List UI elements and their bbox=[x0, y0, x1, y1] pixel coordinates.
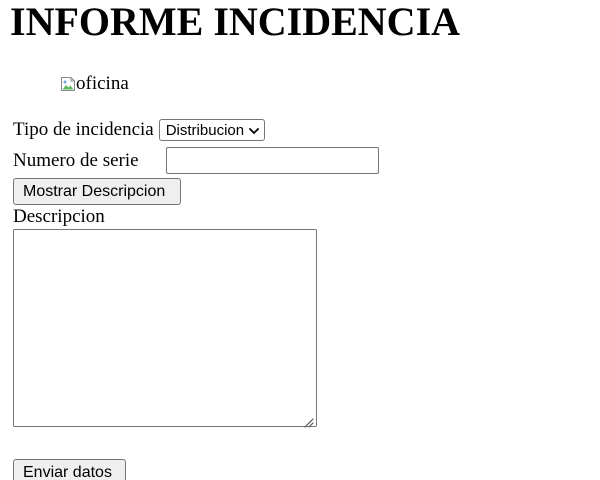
image-alt-text: oficina bbox=[76, 73, 129, 94]
serie-label: Numero de serie bbox=[13, 150, 139, 171]
tipo-row: Tipo de incidencia Distribucion bbox=[13, 118, 266, 142]
oficina-image: oficina bbox=[60, 73, 129, 95]
tipo-label: Tipo de incidencia bbox=[13, 119, 154, 140]
page-title: INFORME INCIDENCIA bbox=[10, 0, 461, 44]
mostrar-descripcion-button[interactable]: Mostrar Descripcion bbox=[13, 178, 181, 205]
broken-image-icon bbox=[60, 76, 76, 92]
resize-grip-icon[interactable] bbox=[302, 412, 314, 428]
descripcion-textarea[interactable] bbox=[13, 229, 317, 427]
tipo-select-value: Distribucion bbox=[165, 121, 245, 139]
serie-row: Numero de serie bbox=[13, 147, 139, 175]
tipo-select[interactable]: Distribucion bbox=[158, 119, 266, 141]
serie-input[interactable] bbox=[166, 147, 379, 174]
enviar-datos-button[interactable]: Enviar datos bbox=[13, 459, 126, 480]
chevron-down-icon bbox=[248, 124, 260, 136]
descripcion-label: Descripcion bbox=[13, 206, 105, 227]
